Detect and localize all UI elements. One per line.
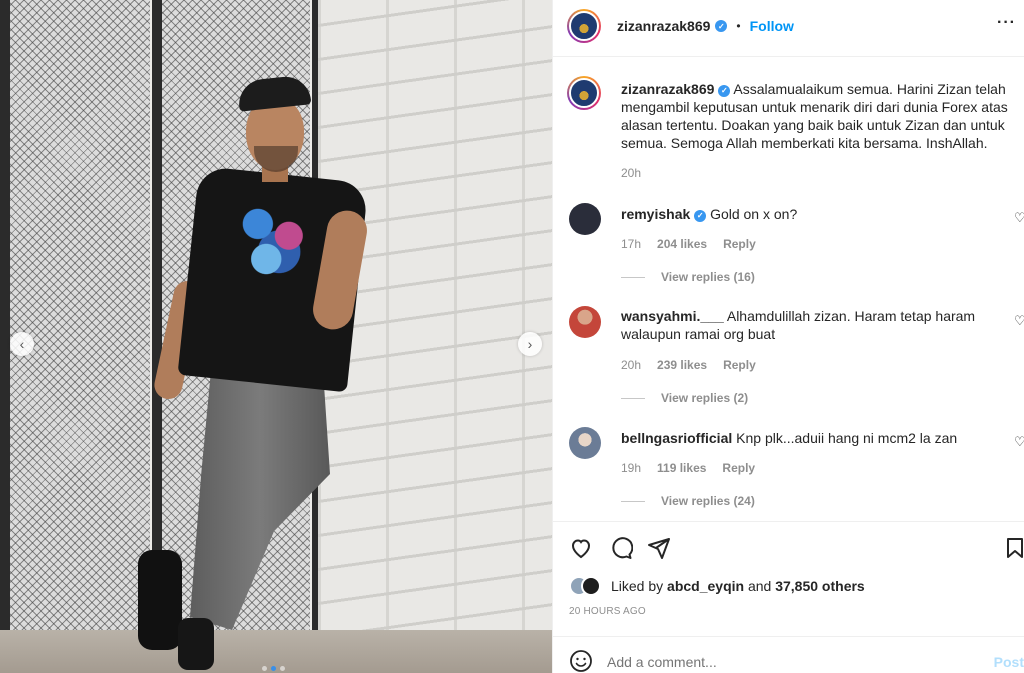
header-divider bbox=[553, 56, 1024, 57]
comment-likes[interactable]: 119 likes bbox=[657, 461, 706, 475]
mesh-frame bbox=[0, 0, 10, 640]
chevron-left-icon[interactable]: ‹ bbox=[10, 332, 34, 356]
emoji-icon[interactable] bbox=[569, 649, 593, 673]
caption-username[interactable]: zizanrazak869 bbox=[621, 81, 714, 97]
comment-time: 20h bbox=[621, 358, 642, 372]
person-shoe bbox=[138, 550, 182, 650]
carousel-dot bbox=[262, 666, 267, 671]
more-options-icon[interactable]: ··· bbox=[997, 14, 1016, 32]
view-replies-label[interactable]: View replies (16) bbox=[661, 270, 755, 284]
verified-badge-icon: ✓ bbox=[718, 85, 731, 97]
author-username[interactable]: zizanrazak869 bbox=[617, 18, 710, 34]
caption-time: 20h bbox=[621, 166, 642, 180]
likes-summary: Liked by abcd_eyqin and 37,850 others bbox=[611, 577, 865, 595]
comment-item: wansyahmi.___ Alhamdulillah zizan. Haram… bbox=[621, 307, 1001, 343]
heart-icon[interactable] bbox=[569, 536, 593, 560]
author-avatar[interactable] bbox=[567, 9, 601, 43]
replies-line bbox=[621, 397, 645, 399]
post-comment-button[interactable]: Post bbox=[994, 654, 1024, 670]
comment-username[interactable]: bellngasriofficial bbox=[621, 430, 732, 446]
comment-likes[interactable]: 239 likes bbox=[657, 358, 707, 372]
person-figure bbox=[138, 70, 380, 670]
view-replies-label[interactable]: View replies (24) bbox=[661, 494, 755, 508]
comment-text: Gold on x on? bbox=[710, 206, 798, 222]
comment-icon[interactable] bbox=[609, 536, 633, 560]
comment-meta: 19h 119 likes Reply bbox=[621, 461, 755, 475]
post-photo[interactable]: ‹ › bbox=[0, 0, 552, 673]
carousel-dot bbox=[280, 666, 285, 671]
liker-avatar bbox=[581, 576, 601, 596]
carousel-dot-active bbox=[271, 666, 276, 671]
comment-item: bellngasriofficial Knp plk...aduii hang … bbox=[621, 429, 1001, 447]
liked-by-prefix: Liked by bbox=[611, 578, 664, 594]
comment-meta: 20h 239 likes Reply bbox=[621, 358, 756, 372]
caption: zizanrazak869 ✓ Assalamualaikum semua. H… bbox=[621, 80, 1021, 152]
liked-by-avatars[interactable] bbox=[569, 576, 605, 596]
comment-like-icon[interactable]: ♡ bbox=[1014, 434, 1024, 449]
comment-like-icon[interactable]: ♡ bbox=[1014, 210, 1024, 225]
comment-time: 19h bbox=[621, 461, 642, 475]
follow-button[interactable]: Follow bbox=[750, 18, 794, 34]
bookmark-icon[interactable] bbox=[1003, 536, 1024, 560]
chevron-right-icon[interactable]: › bbox=[518, 332, 542, 356]
comment-avatar[interactable] bbox=[569, 203, 601, 235]
comment-likes[interactable]: 204 likes bbox=[657, 237, 707, 251]
comment-text: Knp plk...aduii hang ni mcm2 la zan bbox=[736, 430, 958, 446]
separator-dot: • bbox=[736, 19, 741, 33]
liked-by-middle: and bbox=[747, 578, 772, 594]
comment-reply-button[interactable]: Reply bbox=[723, 358, 756, 372]
shirt-print bbox=[227, 196, 317, 289]
comment-time: 17h bbox=[621, 237, 642, 251]
comment-input[interactable] bbox=[607, 652, 967, 672]
view-replies-button[interactable]: View replies (2) bbox=[621, 391, 748, 405]
post-header: zizanrazak869 ✓ • Follow bbox=[617, 18, 794, 34]
view-replies-button[interactable]: View replies (16) bbox=[621, 270, 755, 284]
comment-item: remyishak ✓ Gold on x on? bbox=[621, 205, 1001, 223]
share-icon[interactable] bbox=[647, 536, 671, 560]
comment-box-divider bbox=[553, 636, 1024, 637]
comment-like-icon[interactable]: ♡ bbox=[1014, 313, 1024, 328]
view-replies-button[interactable]: View replies (24) bbox=[621, 494, 755, 508]
post-timestamp: 20 HOURS AGO bbox=[569, 606, 646, 617]
replies-line bbox=[621, 500, 645, 502]
view-replies-label[interactable]: View replies (2) bbox=[661, 391, 748, 405]
comment-username[interactable]: wansyahmi.___ bbox=[621, 308, 724, 324]
verified-badge-icon: ✓ bbox=[694, 210, 707, 222]
comment-reply-button[interactable]: Reply bbox=[723, 237, 756, 251]
person-jeans bbox=[190, 370, 330, 630]
comment-meta: 17h 204 likes Reply bbox=[621, 237, 756, 251]
replies-line bbox=[621, 276, 645, 278]
comment-username[interactable]: remyishak bbox=[621, 206, 690, 222]
person-shoe bbox=[178, 618, 214, 670]
comment-avatar[interactable] bbox=[569, 427, 601, 459]
liked-by-others[interactable]: 37,850 others bbox=[775, 578, 865, 594]
caption-avatar[interactable] bbox=[567, 76, 601, 110]
comment-reply-button[interactable]: Reply bbox=[722, 461, 755, 475]
carousel-dots bbox=[262, 666, 285, 671]
actions-divider bbox=[553, 521, 1024, 522]
post-side-panel: zizanrazak869 ✓ • Follow ··· zizanrazak8… bbox=[552, 0, 1024, 673]
person-cap bbox=[236, 74, 312, 112]
verified-badge-icon: ✓ bbox=[715, 20, 728, 32]
comment-avatar[interactable] bbox=[569, 306, 601, 338]
mesh-panel-left bbox=[0, 0, 150, 630]
liked-by-user[interactable]: abcd_eyqin bbox=[667, 578, 744, 594]
person-beard bbox=[254, 146, 298, 172]
